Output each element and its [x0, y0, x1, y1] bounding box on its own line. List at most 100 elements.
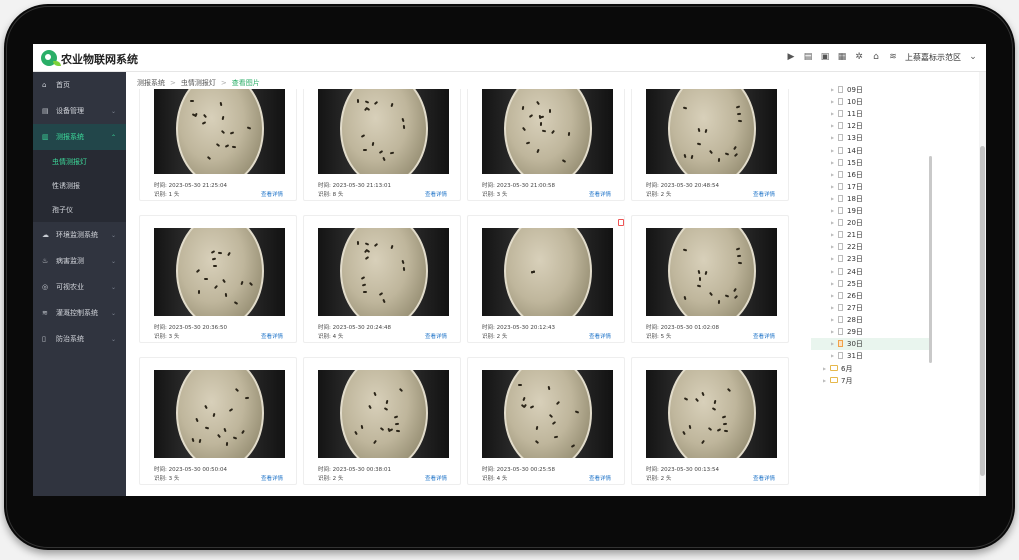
expand-arrow-icon[interactable]: ▶: [831, 184, 834, 189]
image-card[interactable]: 时间: 2023-05-30 00:13:54 识别: 2 头 查看详情: [631, 357, 789, 485]
image-card[interactable]: 时间: 2023-05-30 21:25:04 识别: 1 头 查看详情: [139, 89, 297, 201]
document-icon[interactable]: ▤: [803, 51, 813, 63]
tree-day-item[interactable]: ▶ 18日: [811, 193, 931, 205]
sidebar-subitem[interactable]: 孢子仪: [33, 198, 126, 222]
insect-trap-photo[interactable]: [482, 228, 613, 316]
expand-arrow-icon[interactable]: ▶: [831, 87, 834, 92]
view-detail-link[interactable]: 查看详情: [589, 190, 611, 198]
expand-arrow-icon[interactable]: ▶: [831, 208, 834, 213]
view-detail-link[interactable]: 查看详情: [261, 332, 283, 340]
expand-arrow-icon[interactable]: ▶: [831, 123, 834, 128]
image-card[interactable]: 时间: 2023-05-30 20:12:43 识别: 2 头 查看详情: [467, 215, 625, 343]
image-card[interactable]: 时间: 2023-05-30 20:36:50 识别: 3 头 查看详情: [139, 215, 297, 343]
play-icon[interactable]: ▶: [786, 51, 796, 63]
expand-arrow-icon[interactable]: ▶: [831, 99, 834, 104]
view-detail-link[interactable]: 查看详情: [261, 190, 283, 198]
view-detail-link[interactable]: 查看详情: [425, 474, 447, 482]
expand-arrow-icon[interactable]: ▶: [831, 196, 834, 201]
expand-arrow-icon[interactable]: ▶: [823, 366, 826, 371]
expand-arrow-icon[interactable]: ▶: [831, 281, 834, 286]
home-icon[interactable]: ⌂: [871, 51, 881, 63]
insect-trap-photo[interactable]: [482, 89, 613, 174]
insect-trap-photo[interactable]: [154, 228, 285, 316]
expand-arrow-icon[interactable]: ▶: [831, 256, 834, 261]
tree-day-item[interactable]: ▶ 27日: [811, 302, 931, 314]
tree-month-item[interactable]: ▶ 6月: [811, 363, 931, 375]
sidebar-subitem[interactable]: 虫情测报灯: [33, 150, 126, 174]
sidebar-item[interactable]: ▥ 测报系统 ⌃: [33, 124, 126, 150]
expand-arrow-icon[interactable]: ▶: [831, 160, 834, 165]
expand-arrow-icon[interactable]: ▶: [831, 220, 834, 225]
view-detail-link[interactable]: 查看详情: [261, 474, 283, 482]
sidebar-item[interactable]: ☁ 环境监测系统 ⌄: [33, 222, 126, 248]
insect-trap-photo[interactable]: [646, 228, 777, 316]
insect-trap-photo[interactable]: [318, 89, 449, 174]
tree-day-item[interactable]: ▶ 30日: [811, 338, 931, 351]
expand-arrow-icon[interactable]: ▶: [831, 111, 834, 116]
sidebar-item[interactable]: ▯ 防治系统 ⌄: [33, 326, 126, 352]
view-detail-link[interactable]: 查看详情: [753, 190, 775, 198]
image-card[interactable]: 时间: 2023-05-30 21:00:58 识别: 3 头 查看详情: [467, 89, 625, 201]
expand-arrow-icon[interactable]: ▶: [831, 148, 834, 153]
expand-arrow-icon[interactable]: ▶: [831, 244, 834, 249]
image-card[interactable]: 时间: 2023-05-30 00:38:01 识别: 2 头 查看详情: [303, 357, 461, 485]
tree-day-item[interactable]: ▶ 10日: [811, 96, 931, 108]
insect-trap-photo[interactable]: [154, 370, 285, 458]
tree-day-item[interactable]: ▶ 09日: [811, 84, 931, 96]
tree-day-item[interactable]: ▶ 14日: [811, 145, 931, 157]
view-detail-link[interactable]: 查看详情: [425, 332, 447, 340]
image-card[interactable]: 时间: 2023-05-30 20:48:54 识别: 2 头 查看详情: [631, 89, 789, 201]
page-scrollbar[interactable]: [979, 72, 986, 496]
breadcrumb-item[interactable]: 测报系统: [137, 79, 165, 87]
insect-trap-photo[interactable]: [646, 89, 777, 174]
tree-scrollbar[interactable]: [929, 156, 932, 363]
region-selector[interactable]: 上蔡嘉标示范区: [905, 52, 961, 63]
view-detail-link[interactable]: 查看详情: [425, 190, 447, 198]
view-detail-link[interactable]: 查看详情: [753, 332, 775, 340]
image-card[interactable]: 时间: 2023-05-30 21:13:01 识别: 8 头 查看详情: [303, 89, 461, 201]
delete-icon[interactable]: [618, 219, 624, 226]
expand-arrow-icon[interactable]: ▶: [831, 135, 834, 140]
insect-trap-photo[interactable]: [646, 370, 777, 458]
tree-day-item[interactable]: ▶ 28日: [811, 314, 931, 326]
tree-day-item[interactable]: ▶ 24日: [811, 266, 931, 278]
breadcrumb-item[interactable]: 虫情测报灯: [181, 79, 216, 87]
insect-trap-photo[interactable]: [318, 370, 449, 458]
expand-arrow-icon[interactable]: ▶: [831, 293, 834, 298]
expand-arrow-icon[interactable]: ▶: [831, 232, 834, 237]
sidebar-item[interactable]: ▤ 设备管理 ⌄: [33, 98, 126, 124]
image-card[interactable]: 时间: 2023-05-30 00:25:58 识别: 4 头 查看详情: [467, 357, 625, 485]
tree-day-item[interactable]: ▶ 13日: [811, 132, 931, 144]
sidebar-item[interactable]: ≋ 灌溉控制系统 ⌄: [33, 300, 126, 326]
expand-arrow-icon[interactable]: ▶: [831, 172, 834, 177]
expand-arrow-icon[interactable]: ▶: [823, 378, 826, 383]
sidebar-item[interactable]: ⌂ 首页: [33, 72, 126, 98]
tree-day-item[interactable]: ▶ 11日: [811, 108, 931, 120]
image-card[interactable]: 时间: 2023-05-30 00:50:04 识别: 3 头 查看详情: [139, 357, 297, 485]
view-detail-link[interactable]: 查看详情: [589, 332, 611, 340]
expand-arrow-icon[interactable]: ▶: [831, 341, 834, 346]
image-card[interactable]: 时间: 2023-05-30 01:02:08 识别: 5 头 查看详情: [631, 215, 789, 343]
qrcode-icon[interactable]: ▦: [837, 51, 847, 63]
screen-icon[interactable]: ▣: [820, 51, 830, 63]
tree-day-item[interactable]: ▶ 15日: [811, 157, 931, 169]
tree-day-item[interactable]: ▶ 29日: [811, 326, 931, 338]
tree-day-item[interactable]: ▶ 26日: [811, 290, 931, 302]
expand-arrow-icon[interactable]: ▶: [831, 305, 834, 310]
tree-day-item[interactable]: ▶ 25日: [811, 278, 931, 290]
layers-icon[interactable]: ≋: [888, 51, 898, 63]
tree-day-item[interactable]: ▶ 23日: [811, 253, 931, 265]
tree-day-item[interactable]: ▶ 31日: [811, 350, 931, 362]
insect-trap-photo[interactable]: [318, 228, 449, 316]
tree-day-item[interactable]: ▶ 17日: [811, 181, 931, 193]
expand-arrow-icon[interactable]: ▶: [831, 353, 834, 358]
tree-day-item[interactable]: ▶ 12日: [811, 120, 931, 132]
insect-trap-photo[interactable]: [482, 370, 613, 458]
image-card[interactable]: 时间: 2023-05-30 20:24:48 识别: 4 头 查看详情: [303, 215, 461, 343]
tree-day-item[interactable]: ▶ 20日: [811, 217, 931, 229]
view-detail-link[interactable]: 查看详情: [753, 474, 775, 482]
tree-day-item[interactable]: ▶ 22日: [811, 241, 931, 253]
expand-arrow-icon[interactable]: ▶: [831, 269, 834, 274]
sidebar-item[interactable]: ♨ 病害监测 ⌄: [33, 248, 126, 274]
expand-arrow-icon[interactable]: ▶: [831, 317, 834, 322]
